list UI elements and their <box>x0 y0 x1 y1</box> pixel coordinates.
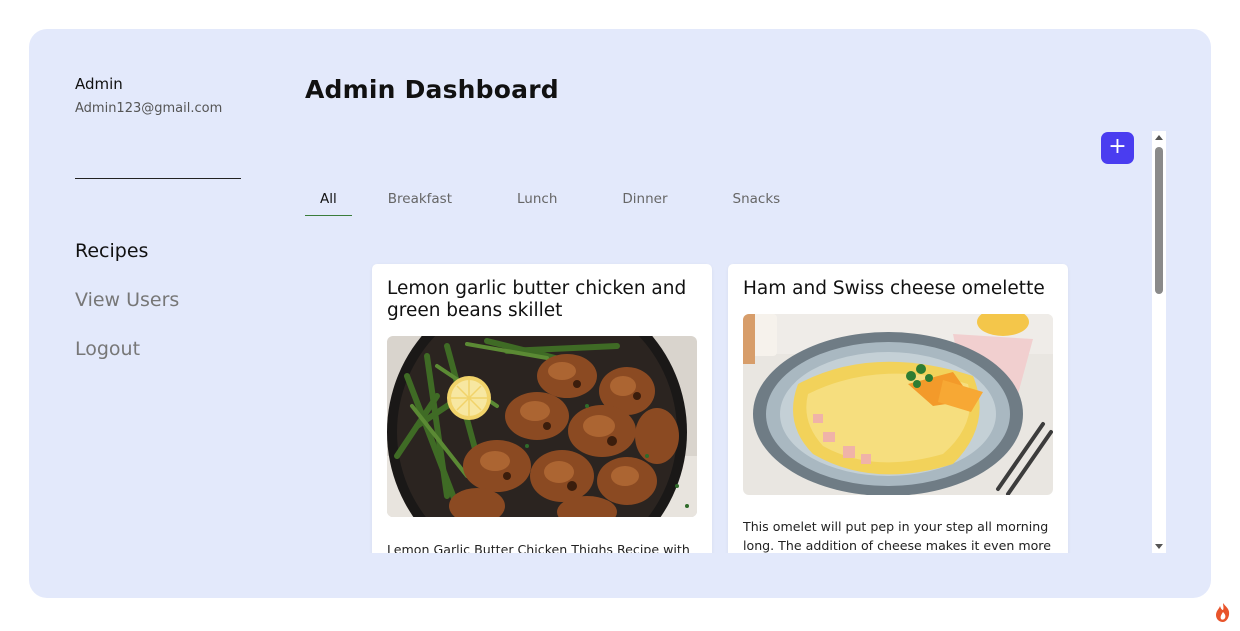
omelette-image <box>743 314 1053 495</box>
sidebar-profile: Admin Admin123@gmail.com <box>75 75 245 117</box>
tab-dinner[interactable]: Dinner <box>608 189 681 215</box>
recipe-description: This omelet will put pep in your step al… <box>743 519 1051 553</box>
page-title: Admin Dashboard <box>305 75 559 104</box>
tab-all[interactable]: All <box>305 189 352 216</box>
recipe-scrollbar[interactable] <box>1152 131 1166 553</box>
sidebar-item-recipes[interactable]: Recipes <box>75 237 179 286</box>
plus-icon: + <box>1108 134 1127 159</box>
scroll-up-arrow-icon[interactable] <box>1155 135 1163 140</box>
sidebar-nav: Recipes View Users Logout <box>75 237 179 384</box>
tab-lunch[interactable]: Lunch <box>503 189 571 215</box>
sidebar-item-view-users[interactable]: View Users <box>75 286 179 335</box>
recipe-title: Ham and Swiss cheese omelette <box>743 278 1045 299</box>
tab-breakfast[interactable]: Breakfast <box>374 189 466 215</box>
user-name: Admin <box>75 75 123 93</box>
recipe-description: Lemon Garlic Butter Chicken Thighs Recip… <box>387 542 690 553</box>
category-tabs: All Breakfast Lunch Dinner Snacks <box>305 189 817 216</box>
chicken-skillet-image <box>387 336 697 517</box>
tab-snacks[interactable]: Snacks <box>719 189 795 215</box>
recipe-title: Lemon garlic butter chicken and green be… <box>387 278 687 321</box>
sidebar-divider <box>75 178 241 179</box>
dashboard-panel: Admin Admin123@gmail.com Recipes View Us… <box>29 29 1211 598</box>
scroll-thumb[interactable] <box>1155 147 1163 294</box>
flame-icon[interactable] <box>1207 597 1240 627</box>
recipe-list: Lemon garlic butter chicken and green be… <box>367 262 1081 553</box>
user-email: Admin123@gmail.com <box>75 101 223 116</box>
scroll-down-arrow-icon[interactable] <box>1155 544 1163 549</box>
add-recipe-button[interactable]: + <box>1101 132 1134 164</box>
recipe-card[interactable]: Lemon garlic butter chicken and green be… <box>372 264 712 553</box>
sidebar-item-logout[interactable]: Logout <box>75 335 179 384</box>
recipe-card[interactable]: Ham and Swiss cheese omelette This omele… <box>728 264 1068 553</box>
